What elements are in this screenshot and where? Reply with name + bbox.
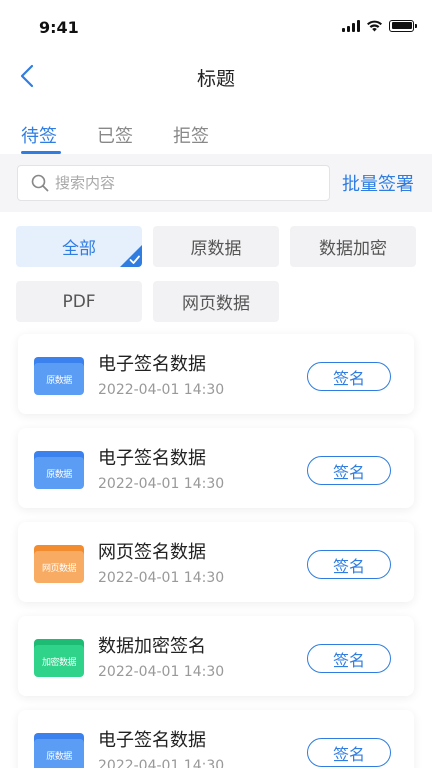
- folder-blue-icon: 原数据: [34, 447, 84, 489]
- sign-button[interactable]: 签名: [307, 362, 391, 391]
- list-item-title: 数据加密签名: [98, 636, 206, 657]
- status-icons: [342, 19, 417, 32]
- sign-button[interactable]: 签名: [307, 456, 391, 485]
- filter-chip-encrypted[interactable]: 数据加密: [290, 226, 416, 267]
- app-screen: 9:41 标题 待签 已签 拒签 搜索内容 批量签署 全部 原数据 数据加密 P…: [0, 0, 432, 768]
- sign-button[interactable]: 签名: [307, 644, 391, 673]
- filter-chip-raw-data[interactable]: 原数据: [153, 226, 279, 267]
- battery-icon: [389, 19, 417, 32]
- batch-sign-button[interactable]: 批量签署: [342, 170, 414, 196]
- nav-bar: 标题: [0, 56, 432, 96]
- page-title: 标题: [196, 68, 235, 90]
- filter-chip-label: 全部: [62, 239, 96, 259]
- list-item-time: 2022-04-01 14:30: [98, 476, 225, 492]
- search-input[interactable]: [55, 174, 295, 192]
- list-item-text: 网页签名数据 2022-04-01 14:30: [98, 538, 224, 586]
- list-item[interactable]: 加密数据 数据加密签名 2022-04-01 14:30 签名: [18, 616, 414, 696]
- tab-rejected[interactable]: 拒签: [173, 96, 249, 154]
- list-item-title: 电子签名数据: [98, 354, 206, 375]
- list-item-time: 2022-04-01 14:30: [98, 664, 225, 680]
- filter-chip-pdf[interactable]: PDF: [16, 281, 142, 322]
- folder-label: 网页数据: [41, 563, 77, 574]
- folder-green-icon: 加密数据: [34, 635, 84, 677]
- search-icon: [31, 174, 49, 192]
- folder-label: 原数据: [46, 469, 72, 480]
- list-item[interactable]: 原数据 电子签名数据 2022-04-01 14:30 签名: [18, 710, 414, 768]
- list-item-title: 电子签名数据: [98, 448, 206, 469]
- folder-label: 原数据: [46, 751, 72, 762]
- folder-blue-icon: 原数据: [34, 729, 84, 768]
- search-box[interactable]: [17, 165, 330, 201]
- tab-bar: 待签 已签 拒签: [0, 96, 432, 154]
- list-item-text: 数据加密签名 2022-04-01 14:30: [98, 632, 224, 680]
- list-item-title: 网页签名数据: [98, 542, 206, 563]
- filter-chip-web-data[interactable]: 网页数据: [153, 281, 279, 322]
- sign-button[interactable]: 签名: [307, 550, 391, 579]
- list-item-text: 电子签名数据 2022-04-01 14:30: [98, 350, 224, 398]
- search-row: 批量签署: [0, 154, 432, 212]
- wifi-icon: [367, 20, 382, 32]
- list-item[interactable]: 网页数据 网页签名数据 2022-04-01 14:30 签名: [18, 522, 414, 602]
- tab-signed[interactable]: 已签: [97, 96, 173, 154]
- document-list: 原数据 电子签名数据 2022-04-01 14:30 签名 原数据 电子签名数…: [0, 322, 432, 768]
- filter-chips: 全部 原数据 数据加密 PDF 网页数据: [0, 212, 432, 322]
- folder-blue-icon: 原数据: [34, 353, 84, 395]
- sign-button[interactable]: 签名: [307, 738, 391, 767]
- list-item-text: 电子签名数据 2022-04-01 14:30: [98, 444, 224, 492]
- list-item[interactable]: 原数据 电子签名数据 2022-04-01 14:30 签名: [18, 428, 414, 508]
- status-time: 9:41: [39, 18, 79, 37]
- list-item[interactable]: 原数据 电子签名数据 2022-04-01 14:30 签名: [18, 334, 414, 414]
- list-item-time: 2022-04-01 14:30: [98, 758, 225, 768]
- tab-pending[interactable]: 待签: [21, 96, 97, 154]
- selected-check-icon: [120, 245, 142, 267]
- list-item-text: 电子签名数据 2022-04-01 14:30: [98, 726, 224, 768]
- folder-label: 加密数据: [41, 657, 77, 668]
- status-bar: 9:41: [0, 0, 432, 56]
- list-item-time: 2022-04-01 14:30: [98, 570, 225, 586]
- filter-chip-all[interactable]: 全部: [16, 226, 142, 267]
- list-item-title: 电子签名数据: [98, 730, 206, 751]
- cellular-signal-icon: [342, 19, 360, 32]
- list-item-time: 2022-04-01 14:30: [98, 382, 225, 398]
- folder-orange-icon: 网页数据: [34, 541, 84, 583]
- folder-label: 原数据: [46, 375, 72, 386]
